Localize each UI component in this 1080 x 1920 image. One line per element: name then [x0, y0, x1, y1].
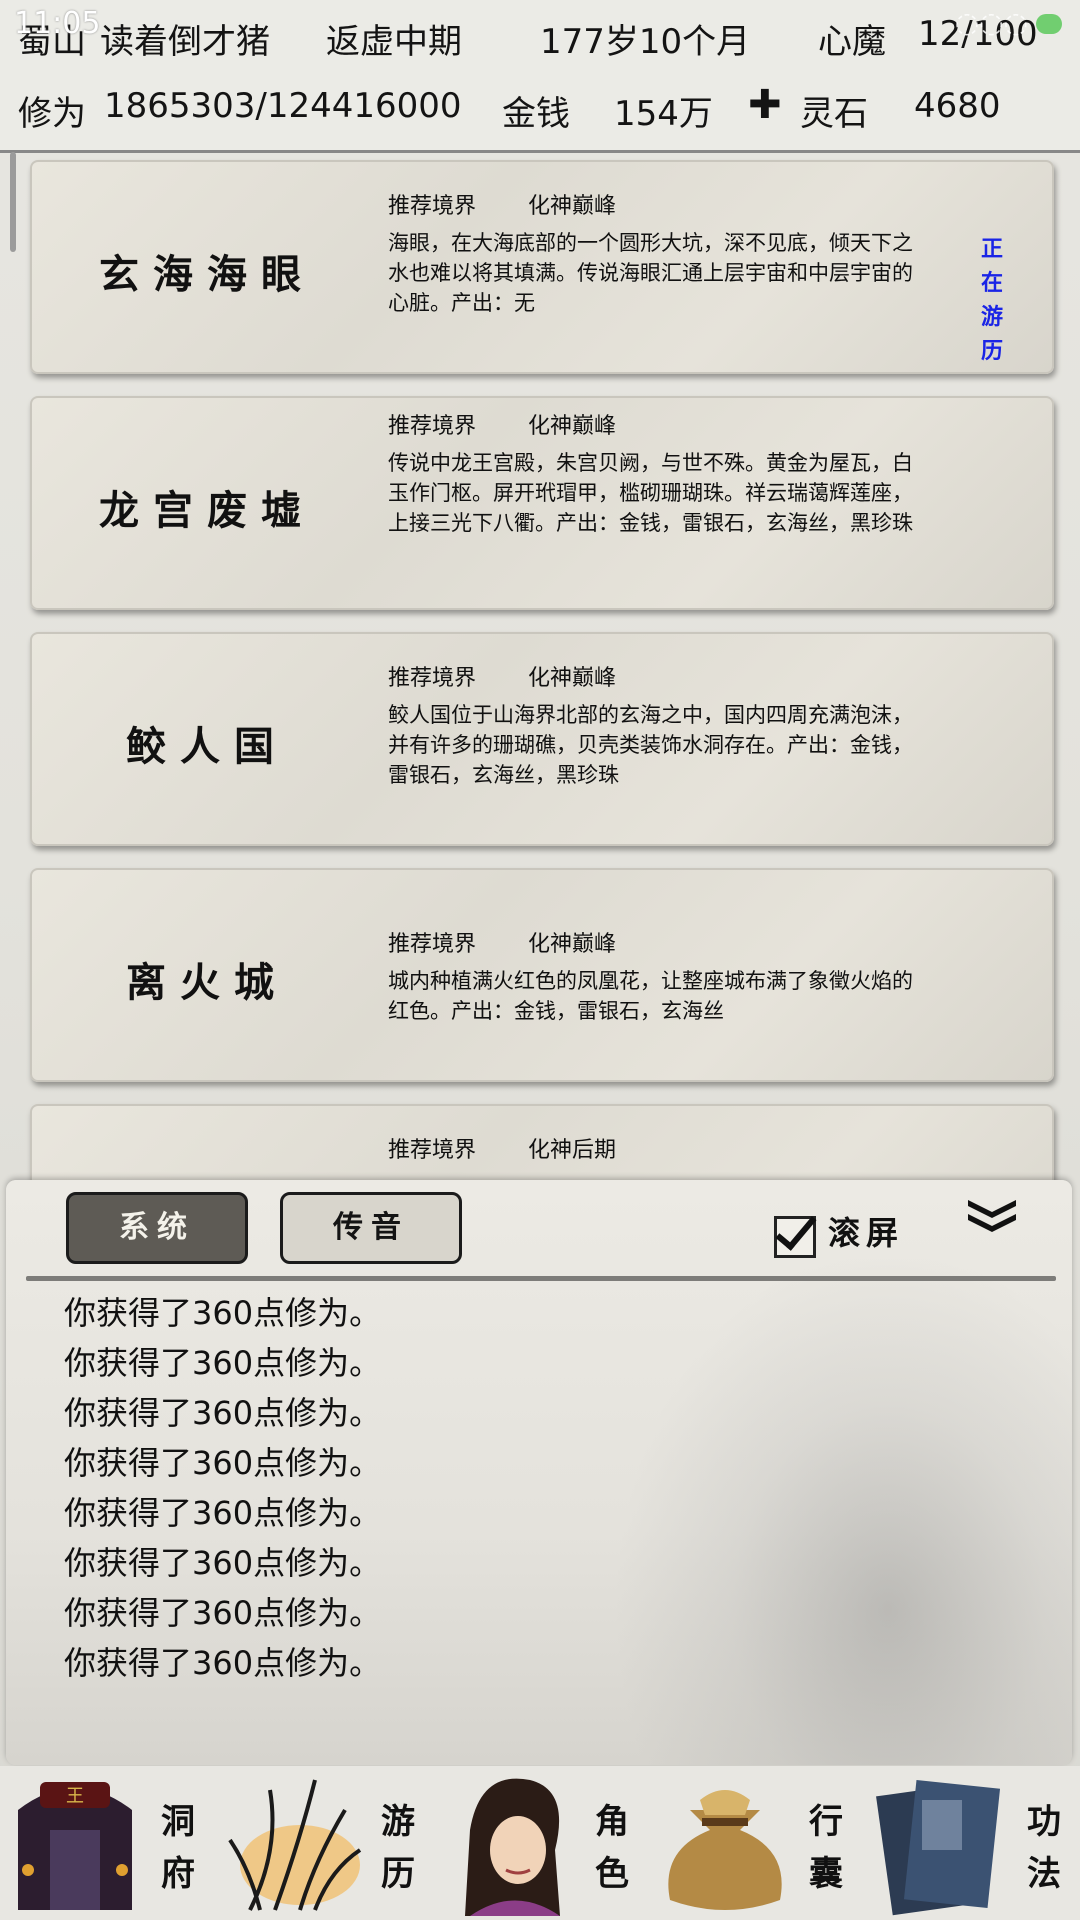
auto-scroll-label[interactable]: 滚屏	[828, 1208, 904, 1254]
log-lines: 你获得了360点修为。 你获得了360点修为。 你获得了360点修为。 你获得了…	[64, 1288, 381, 1688]
log-line: 你获得了360点修为。	[64, 1594, 382, 1632]
svg-text:王: 王	[66, 1786, 84, 1807]
spirit-stone-icon: ✚	[748, 82, 782, 128]
money-value: 154万	[614, 94, 713, 134]
ink-mountain-background	[612, 1245, 1072, 1765]
heart-demon-label: 心魔	[818, 22, 886, 62]
exploring-status: 正在游历	[980, 236, 1017, 364]
signal-icon: ◌◌◌	[954, 6, 1028, 39]
cultivation-value: 1865303/124416000	[104, 86, 462, 126]
player-name: 读着倒才猪	[100, 22, 270, 62]
recommended-realm-value: 化神巅峰	[528, 666, 617, 691]
auto-scroll-checkbox[interactable]	[774, 1216, 816, 1258]
log-line: 你获得了360点修为。	[64, 1544, 382, 1582]
cultivation-label: 修为	[18, 94, 86, 134]
palace-icon[interactable]: 王	[0, 1770, 150, 1916]
location-list[interactable]: 玄海海眼 推荐境界 化神巅峰 海眼，在大海底部的一个圆形大坑，深不见底，倾天下之水…	[0, 152, 1080, 1182]
log-line: 你获得了360点修为。	[64, 1294, 382, 1332]
location-card[interactable]: 离火城 推荐境界 化神巅峰 城内种植满火红色的凤凰花，让整座城布满了象徵火焰的红色…	[30, 868, 1054, 1082]
location-card[interactable]: 推荐境界 化神后期	[30, 1104, 1054, 1182]
status-icons: ◌◌◌	[955, 6, 1062, 39]
bag-icon[interactable]	[650, 1770, 800, 1916]
recommended-realm-label: 推荐境界	[388, 194, 477, 219]
location-card[interactable]: 玄海海眼 推荐境界 化神巅峰 海眼，在大海底部的一个圆形大坑，深不见底，倾天下之水…	[30, 160, 1054, 374]
nav-character-label[interactable]: 角色	[592, 1796, 632, 1900]
list-scrollbar[interactable]	[10, 152, 16, 252]
recommended-realm-label: 推荐境界	[388, 414, 477, 439]
recommended-realm-label: 推荐境界	[388, 1138, 477, 1163]
money-label: 金钱	[502, 94, 570, 134]
nav-cave-label[interactable]: 洞府	[158, 1796, 198, 1900]
recommended-realm-value: 化神巅峰	[528, 414, 617, 439]
log-line: 你获得了360点修为。	[64, 1494, 382, 1532]
recommended-realm: 推荐境界 化神巅峰	[388, 188, 616, 220]
spirit-stone-value: 4680	[914, 86, 1001, 126]
status-header: 蜀山 读着倒才猪 返虚中期 177岁10个月 心魔 12/100 修为 1865…	[0, 0, 1080, 153]
location-name: 鲛人国	[126, 723, 288, 770]
location-description: 海眼，在大海底部的一个圆形大坑，深不见底，倾天下之水也难以将其填满。传说海眼汇通…	[388, 231, 913, 315]
recommended-realm-value: 化神巅峰	[528, 194, 617, 219]
reeds-icon[interactable]	[220, 1770, 370, 1916]
log-line: 你获得了360点修为。	[64, 1444, 382, 1482]
log-divider	[26, 1276, 1056, 1281]
tab-system[interactable]: 系统	[66, 1192, 248, 1264]
location-name: 龙宫废墟	[99, 487, 315, 534]
recommended-realm-label: 推荐境界	[388, 666, 477, 691]
location-name: 离火城	[126, 959, 288, 1006]
battery-icon	[1036, 14, 1062, 34]
collapse-panel-icon[interactable]	[964, 1194, 1020, 1234]
message-log-panel: 系统 传音 滚屏 你获得了360点修为。 你获得了360点修为。 你获得了360…	[6, 1180, 1072, 1765]
spirit-stone-label: 灵石	[800, 94, 868, 134]
recommended-realm: 推荐境界 化神巅峰	[388, 926, 616, 958]
recommended-realm: 推荐境界 化神巅峰	[388, 408, 616, 440]
nav-bag-label[interactable]: 行囊	[806, 1796, 846, 1900]
location-description: 鲛人国位于山海界北部的玄海之中，国内四周充满泡沫，并有许多的珊瑚礁，贝壳类装饰水…	[388, 703, 913, 787]
log-line: 你获得了360点修为。	[64, 1344, 382, 1382]
location-description: 传说中龙王宫殿，朱宫贝阙，与世不殊。黄金为屋瓦，白玉作门枢。屏开玳瑁甲，槛砌珊瑚…	[388, 451, 913, 535]
recommended-realm-label: 推荐境界	[388, 932, 477, 957]
recommended-realm: 推荐境界 化神巅峰	[388, 660, 616, 692]
location-card[interactable]: 鲛人国 推荐境界 化神巅峰 鲛人国位于山海界北部的玄海之中，国内四周充满泡沫，并有…	[30, 632, 1054, 846]
recommended-realm-value: 化神后期	[528, 1138, 617, 1163]
character-portrait-icon[interactable]	[440, 1770, 590, 1916]
realm-label: 返虚中期	[326, 22, 462, 62]
recommended-realm: 推荐境界 化神后期	[388, 1132, 616, 1164]
nav-techniques-label[interactable]: 功法	[1024, 1796, 1064, 1900]
age-label: 177岁10个月	[540, 22, 751, 62]
tab-voice-message[interactable]: 传音	[280, 1192, 462, 1264]
log-line: 你获得了360点修为。	[64, 1394, 382, 1432]
status-time: 11:05	[14, 6, 101, 41]
log-line: 你获得了360点修为。	[64, 1644, 382, 1682]
location-name: 玄海海眼	[99, 251, 315, 298]
nav-explore-label[interactable]: 游历	[378, 1796, 418, 1900]
scroll-book-icon[interactable]	[870, 1770, 1020, 1916]
recommended-realm-value: 化神巅峰	[528, 932, 617, 957]
location-description: 城内种植满火红色的凤凰花，让整座城布满了象徵火焰的红色。产出：金钱，雷银石，玄海…	[388, 969, 913, 1023]
bottom-navigation: 王 洞府 游历 角色 行囊 功法	[0, 1766, 1080, 1920]
location-card[interactable]: 龙宫废墟 推荐境界 化神巅峰 传说中龙王宫殿，朱宫贝阙，与世不殊。黄金为屋瓦，白玉…	[30, 396, 1054, 610]
